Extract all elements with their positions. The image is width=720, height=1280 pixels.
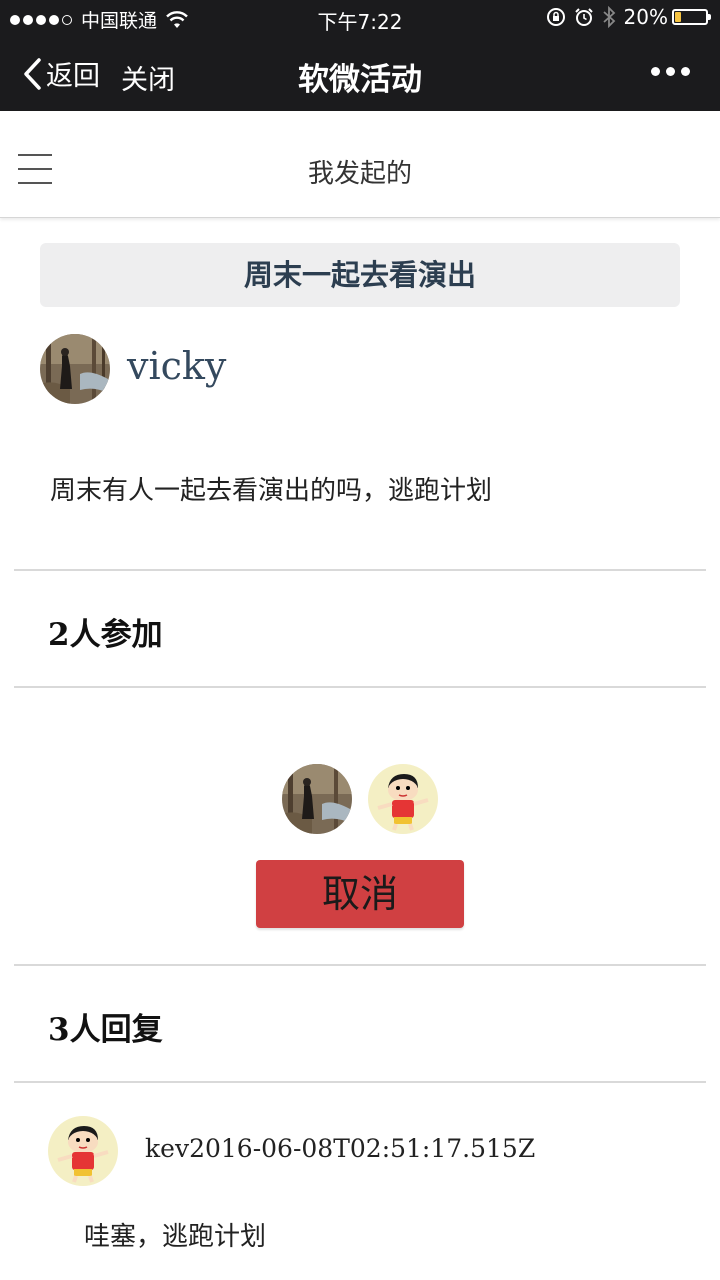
status-bar: 中国联通 下午7:22 20% xyxy=(0,0,720,36)
reply-text: 哇塞，逃跑计划 xyxy=(84,1222,267,1252)
more-dot xyxy=(651,67,660,76)
battery-icon xyxy=(672,9,711,25)
divider xyxy=(14,569,706,571)
forest-photo-avatar-icon xyxy=(282,764,352,834)
participants-heading: 2人参加 xyxy=(48,617,163,653)
more-options-button[interactable] xyxy=(645,67,690,76)
status-right: 20% xyxy=(538,5,711,29)
alarm-icon xyxy=(574,8,593,26)
activity-description: 周末有人一起去看演出的吗，逃跑计划 xyxy=(50,476,493,506)
cancel-button[interactable]: 取消 xyxy=(256,860,464,928)
cartoon-boy-avatar-icon xyxy=(48,1116,118,1186)
more-dot xyxy=(681,67,690,76)
more-dot xyxy=(666,67,675,76)
battery-level xyxy=(675,12,681,22)
divider xyxy=(14,964,706,966)
page-title: 我发起的 xyxy=(307,159,412,189)
reply-avatar[interactable] xyxy=(48,1116,118,1186)
participant-avatar-vicky[interactable] xyxy=(282,764,352,834)
nav-title: 软微活动 xyxy=(298,62,422,98)
replies-heading: 3人回复 xyxy=(48,1012,163,1048)
forest-photo-avatar-icon xyxy=(40,334,110,404)
activity-title: 周末一起去看演出 xyxy=(40,243,680,307)
battery-percentage: 20% xyxy=(623,5,668,29)
reply-author-timestamp: kev2016-06-08T02:51:17.515Z xyxy=(145,1134,536,1163)
author-avatar[interactable] xyxy=(40,334,110,404)
nav-bar: 返回 关闭 软微活动 xyxy=(0,36,720,111)
page: 中国联通 下午7:22 20% 返回 关闭 软微活动 我发起的 周末一起去看演出… xyxy=(0,0,720,1280)
bluetooth-icon xyxy=(602,6,615,28)
divider xyxy=(14,1081,706,1083)
rotation-lock-icon xyxy=(546,8,565,26)
cartoon-boy-avatar-icon xyxy=(368,764,438,834)
page-header: 我发起的 xyxy=(0,111,720,218)
divider xyxy=(14,686,706,688)
author-name: vicky xyxy=(127,344,227,388)
participant-avatar-kev[interactable] xyxy=(368,764,438,834)
